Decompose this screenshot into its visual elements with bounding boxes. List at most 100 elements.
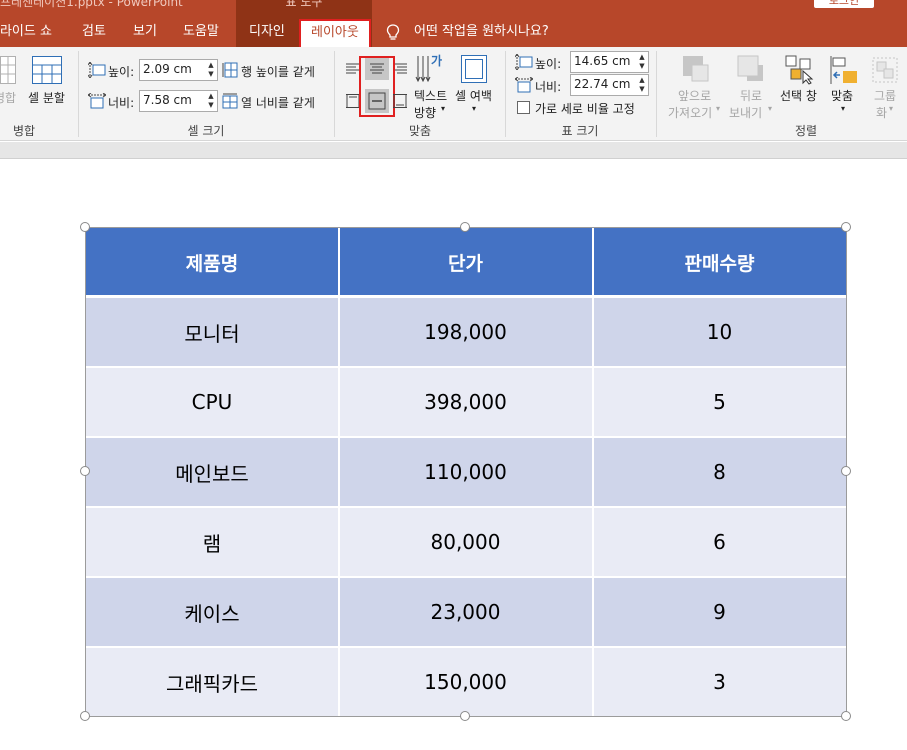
bring-forward-icon[interactable]	[682, 55, 710, 83]
table-cell[interactable]: 6	[593, 507, 846, 577]
table-cell[interactable]: 3	[593, 647, 846, 717]
table-row[interactable]: 모니터 198,000 10	[86, 297, 846, 367]
spin-arrows-icon[interactable]: ▲ ▼	[207, 61, 215, 79]
table-row[interactable]: 메인보드 110,000 8	[86, 437, 846, 507]
column-divider	[338, 297, 340, 367]
table-cell[interactable]: 그래픽카드	[86, 647, 338, 717]
table-header-row[interactable]: 제품명 단가 판매수량	[86, 227, 846, 297]
table-row[interactable]: CPU 398,000 5	[86, 367, 846, 437]
tab-review[interactable]: 검토	[82, 20, 106, 44]
data-table[interactable]: 제품명 단가 판매수량 모니터 198,000 10 CPU 398,000 5…	[86, 227, 846, 717]
sign-in-button[interactable]: 로그인	[814, 0, 874, 8]
table-cell[interactable]: 램	[86, 507, 338, 577]
bring-forward-label-1[interactable]: 앞으로	[678, 87, 711, 104]
tab-help[interactable]: 도움말	[183, 20, 219, 44]
merge-cells-label[interactable]: 병합	[0, 89, 16, 106]
spin-arrows-icon[interactable]: ▲ ▼	[638, 53, 646, 71]
table-cell[interactable]: 케이스	[86, 577, 338, 647]
cell-width-input[interactable]: 7.58 cm ▲ ▼	[139, 90, 218, 112]
group-objects-label-2[interactable]: 화	[876, 104, 887, 121]
svg-text:가: 가	[431, 53, 442, 68]
table-cell[interactable]: 5	[593, 367, 846, 437]
tab-view[interactable]: 보기	[133, 20, 157, 44]
resize-handle-top-right[interactable]	[841, 222, 851, 232]
align-objects-icon[interactable]	[829, 55, 859, 85]
resize-handle-right[interactable]	[841, 466, 851, 476]
row-divider	[86, 646, 846, 648]
table-cell[interactable]: 모니터	[86, 297, 338, 367]
cell-margins-label[interactable]: 셀 여백	[455, 87, 492, 104]
lock-aspect-checkbox[interactable]	[517, 101, 530, 114]
table-row[interactable]: 그래픽카드 150,000 3	[86, 647, 846, 717]
bring-forward-label-2[interactable]: 가져오기	[668, 104, 712, 121]
chevron-down-icon[interactable]: ▾	[716, 104, 720, 113]
table-cell[interactable]: 메인보드	[86, 437, 338, 507]
cell-height-input[interactable]: 2.09 cm ▲ ▼	[139, 59, 218, 81]
resize-handle-left[interactable]	[80, 466, 90, 476]
distribute-columns-icon[interactable]	[222, 93, 238, 109]
align-right-icon[interactable]	[393, 63, 407, 75]
tell-me-search[interactable]: 어떤 작업을 원하시나요?	[414, 20, 549, 44]
table-row[interactable]: 램 80,000 6	[86, 507, 846, 577]
chevron-down-icon[interactable]: ▾	[441, 104, 445, 113]
table-cell[interactable]: 150,000	[339, 647, 592, 717]
chevron-down-icon[interactable]: ▾	[472, 104, 476, 113]
table-cell[interactable]: 110,000	[339, 437, 592, 507]
align-left-icon[interactable]	[346, 63, 360, 75]
table-cell[interactable]: 8	[593, 437, 846, 507]
tab-slideshow[interactable]: 슬라이드 쇼	[0, 20, 52, 44]
group-objects-label-1[interactable]: 그룹	[874, 87, 896, 104]
row-divider	[86, 576, 846, 578]
resize-handle-bottom-right[interactable]	[841, 711, 851, 721]
cell-margins-icon[interactable]	[461, 55, 487, 83]
table-cell[interactable]: 80,000	[339, 507, 592, 577]
table-cell[interactable]: 398,000	[339, 367, 592, 437]
align-middle-icon[interactable]	[365, 89, 389, 113]
text-direction-label-1[interactable]: 텍스트	[414, 87, 447, 104]
table-cell[interactable]: 10	[593, 297, 846, 367]
lock-aspect-label[interactable]: 가로 세로 비율 고정	[535, 100, 635, 117]
tab-design[interactable]: 디자인	[249, 20, 285, 44]
chevron-down-icon[interactable]: ▾	[768, 104, 772, 113]
row-divider	[86, 506, 846, 508]
group-objects-icon[interactable]	[870, 55, 900, 85]
distribute-columns-label[interactable]: 열 너비를 같게	[241, 94, 315, 111]
chevron-down-icon[interactable]: ▾	[841, 104, 845, 113]
send-backward-icon[interactable]	[737, 55, 765, 83]
header-cell[interactable]: 단가	[339, 227, 592, 297]
distribute-rows-label[interactable]: 행 높이를 같게	[241, 63, 315, 80]
resize-handle-top-left[interactable]	[80, 222, 90, 232]
chevron-down-icon[interactable]: ▾	[889, 104, 893, 113]
header-cell[interactable]: 판매수량	[593, 227, 846, 297]
table-cell[interactable]: 23,000	[339, 577, 592, 647]
spin-arrows-icon[interactable]: ▲ ▼	[207, 92, 215, 110]
selection-pane-icon[interactable]	[785, 55, 815, 85]
table-cell[interactable]: 198,000	[339, 297, 592, 367]
distribute-rows-icon[interactable]	[222, 62, 238, 78]
selection-pane-label[interactable]: 선택 창	[780, 87, 817, 104]
align-top-icon[interactable]	[346, 94, 360, 108]
spin-arrows-icon[interactable]: ▲ ▼	[638, 76, 646, 94]
align-bottom-icon[interactable]	[393, 94, 407, 108]
column-divider	[338, 577, 340, 647]
send-backward-label-1[interactable]: 뒤로	[740, 87, 762, 104]
cell-width-value: 7.58 cm	[143, 93, 192, 107]
split-cells-icon[interactable]	[32, 56, 62, 84]
table-height-input[interactable]: 14.65 cm ▲ ▼	[570, 51, 649, 73]
resize-handle-bottom-left[interactable]	[80, 711, 90, 721]
tab-layout[interactable]: 레이아웃	[299, 19, 371, 47]
table-cell[interactable]: CPU	[86, 367, 338, 437]
header-cell[interactable]: 제품명	[86, 227, 338, 297]
merge-cells-icon[interactable]	[0, 56, 16, 84]
table-width-input[interactable]: 22.74 cm ▲ ▼	[570, 74, 649, 96]
split-cells-label[interactable]: 셀 분할	[28, 89, 65, 106]
table-height-value: 14.65 cm	[574, 54, 631, 68]
send-backward-label-2[interactable]: 보내기	[729, 104, 762, 121]
text-direction-icon[interactable]: 가	[415, 52, 447, 86]
resize-handle-bottom[interactable]	[460, 711, 470, 721]
text-direction-label-2[interactable]: 방향	[414, 104, 436, 121]
table-cell[interactable]: 9	[593, 577, 846, 647]
resize-handle-top[interactable]	[460, 222, 470, 232]
align-objects-label[interactable]: 맞춤	[831, 87, 853, 104]
table-row[interactable]: 케이스 23,000 9	[86, 577, 846, 647]
